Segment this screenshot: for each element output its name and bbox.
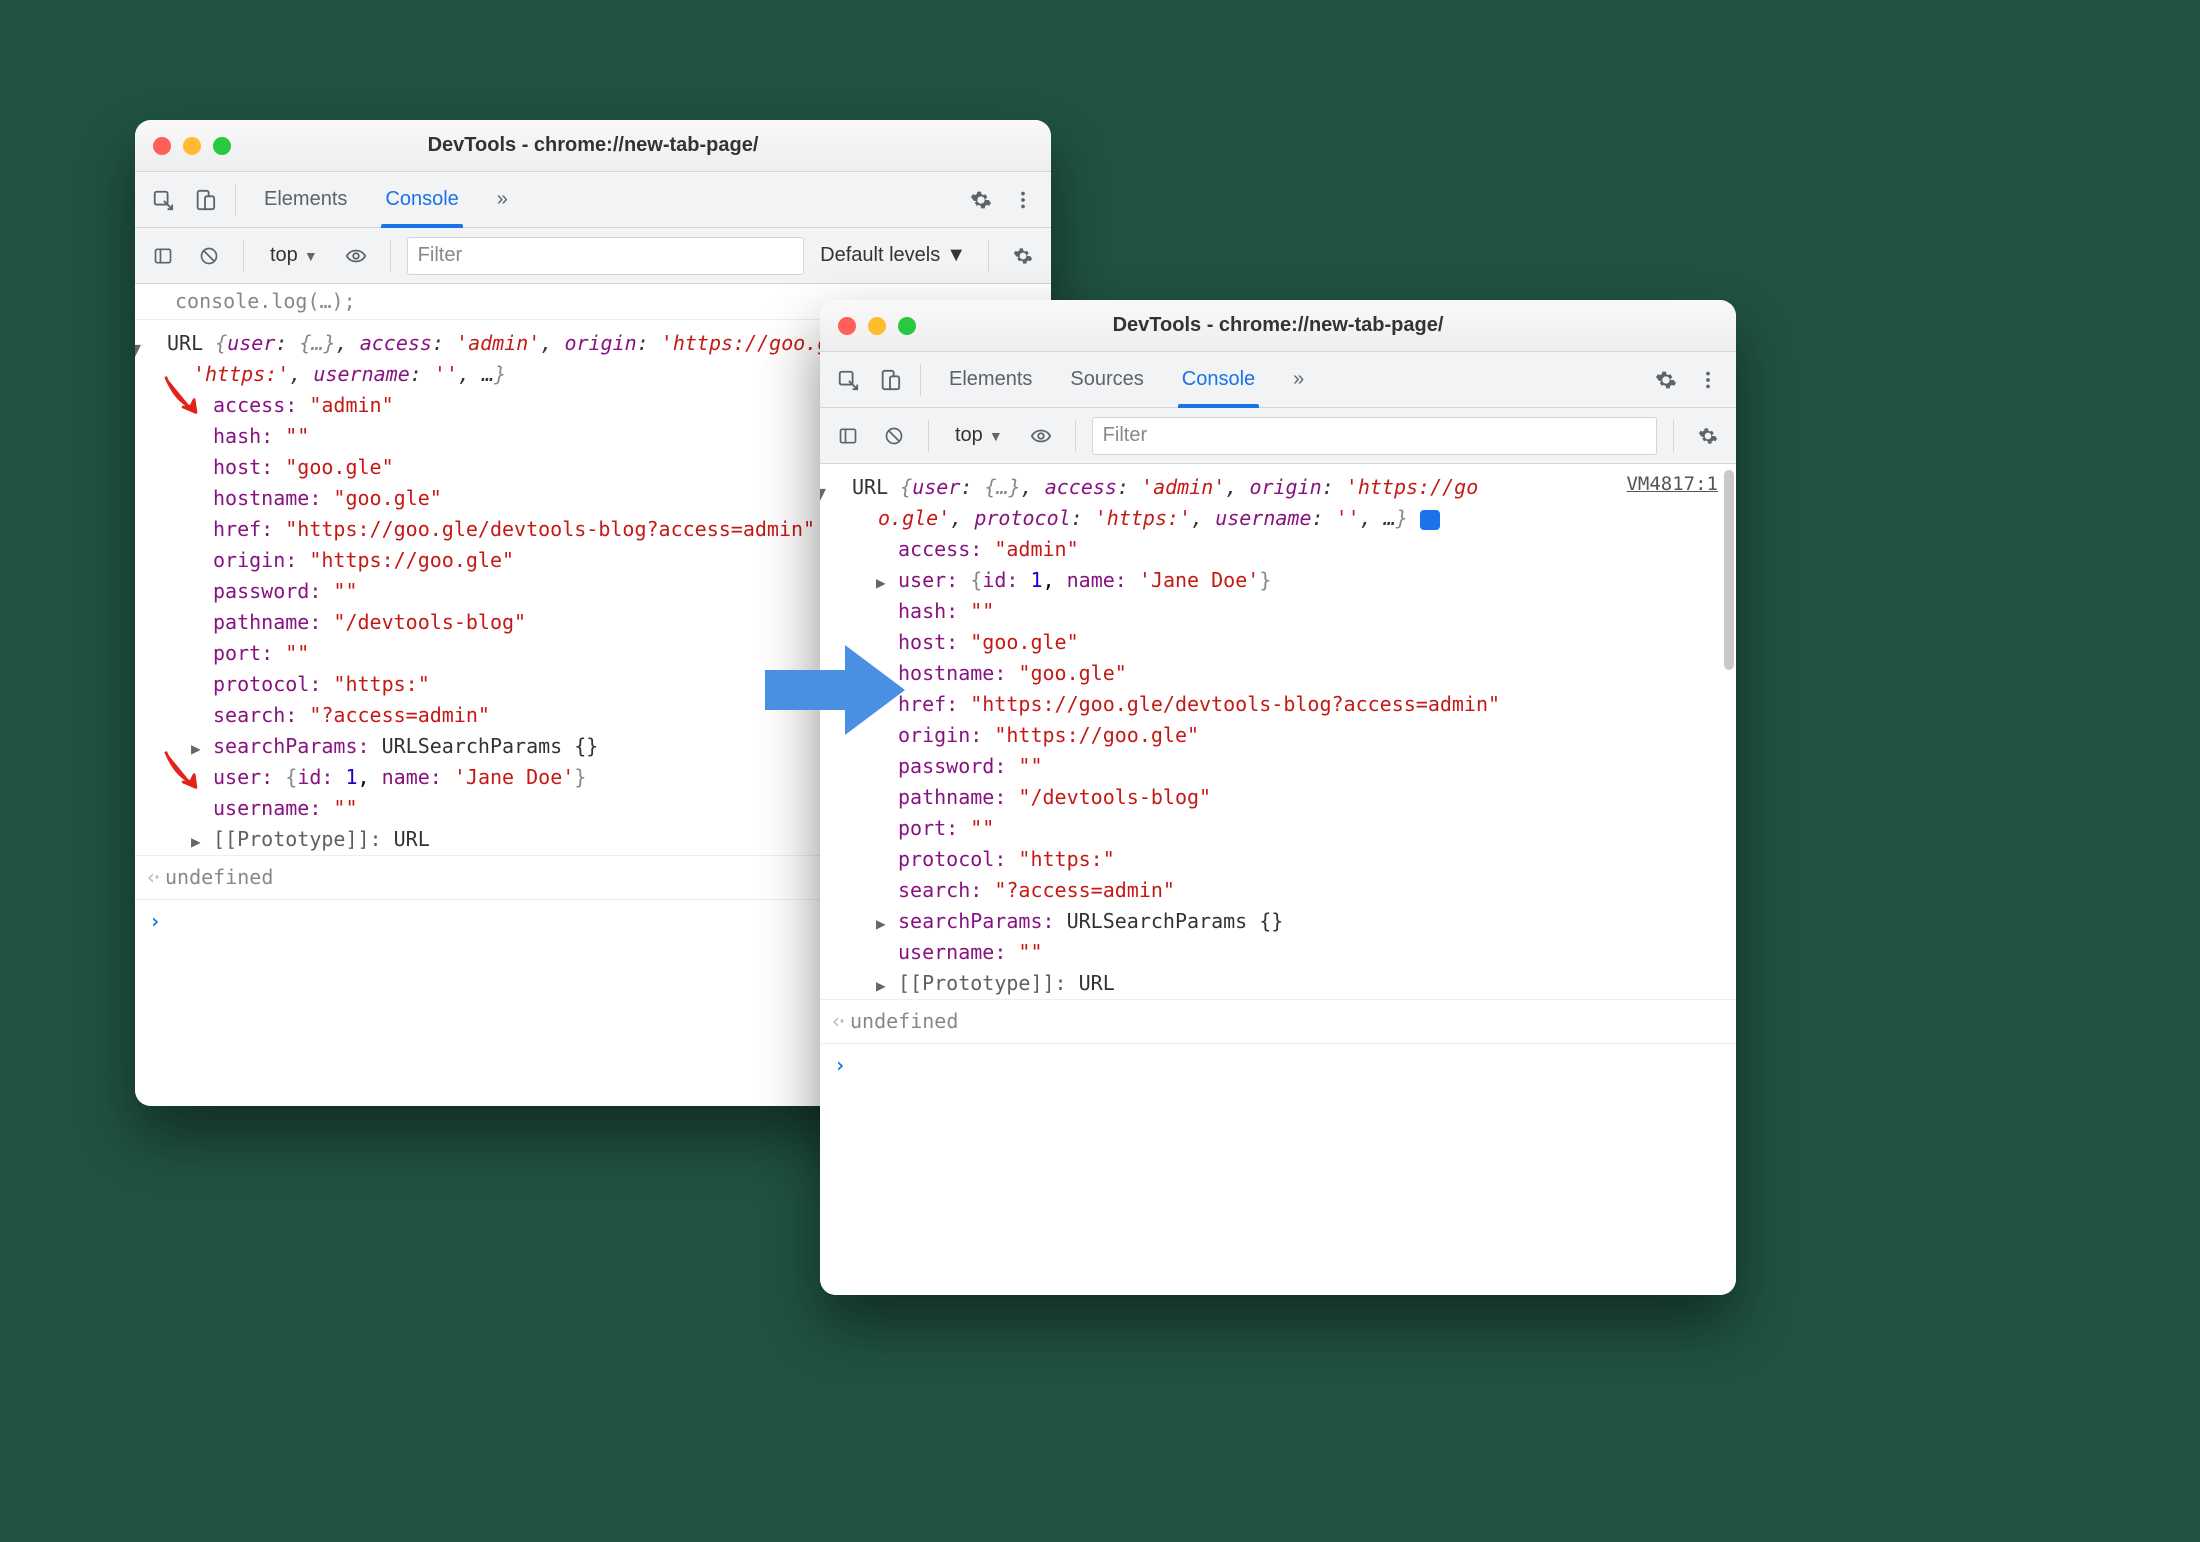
prop-protocol[interactable]: protocol: "https:" [898,844,1736,875]
devtools-window-after: DevTools - chrome://new-tab-page/ Elemen… [820,300,1736,1295]
console-toolbar: top ▼ Filter [820,408,1736,464]
context-selector[interactable]: top ▼ [945,424,1013,447]
close-icon[interactable] [838,317,856,335]
filter-placeholder: Filter [1103,424,1147,447]
divider [920,364,921,396]
disclosure-triangle-icon[interactable]: ▶ [876,571,886,596]
close-icon[interactable] [153,137,171,155]
context-label: top [955,424,983,447]
divider [235,184,236,216]
zoom-icon[interactable] [898,317,916,335]
zoom-icon[interactable] [213,137,231,155]
traffic-lights [153,137,231,155]
window-title: DevTools - chrome://new-tab-page/ [135,134,1051,157]
context-selector[interactable]: top ▼ [260,244,328,267]
divider [928,420,929,452]
filter-input[interactable]: Filter [1092,417,1657,455]
settings-gear-icon[interactable] [1648,362,1684,398]
tabs-overflow[interactable]: » [1277,352,1320,408]
divider [988,240,989,272]
inspect-icon[interactable] [145,182,181,218]
tabs-overflow[interactable]: » [481,172,524,228]
console-settings-gear-icon[interactable] [1690,418,1726,454]
device-toggle-icon[interactable] [187,182,223,218]
devtools-tabbar: Elements Sources Console » [820,352,1736,408]
live-expression-icon[interactable] [1023,418,1059,454]
window-title: DevTools - chrome://new-tab-page/ [820,314,1736,337]
context-label: top [270,244,298,267]
device-toggle-icon[interactable] [872,362,908,398]
filter-input[interactable]: Filter [407,237,804,275]
tab-console[interactable]: Console [369,172,474,228]
chevron-down-icon: ▼ [946,244,966,267]
prop-hash[interactable]: hash: "" [898,596,1736,627]
tab-elements[interactable]: Elements [248,172,363,228]
filter-placeholder: Filter [418,244,462,267]
chevron-down-icon: ▼ [989,428,1003,444]
disclosure-triangle-icon[interactable]: ▶ [191,737,201,762]
traffic-lights [838,317,916,335]
tab-elements[interactable]: Elements [933,352,1048,408]
prop-origin[interactable]: origin: "https://goo.gle" [898,720,1736,751]
clear-console-icon[interactable] [876,418,912,454]
chevron-down-icon: ▼ [304,248,318,264]
prop-host[interactable]: host: "goo.gle" [898,627,1736,658]
inspect-icon[interactable] [830,362,866,398]
log-levels-selector[interactable]: Default levels ▼ [814,244,972,267]
disclosure-triangle-icon[interactable]: ▶ [876,912,886,937]
devtools-tabbar: Elements Console » [135,172,1051,228]
prop-href[interactable]: href: "https://goo.gle/devtools-blog?acc… [898,689,1736,720]
clear-console-icon[interactable] [191,238,227,274]
transition-arrow-icon [765,630,905,750]
console-settings-gear-icon[interactable] [1005,238,1041,274]
live-expression-icon[interactable] [338,238,374,274]
console-output[interactable]: VM4817:1 ▼ URL {user: {…}, access: 'admi… [820,464,1736,1295]
titlebar[interactable]: DevTools - chrome://new-tab-page/ [820,300,1736,352]
minimize-icon[interactable] [183,137,201,155]
tab-console[interactable]: Console [1166,352,1271,408]
return-undefined: undefined [820,999,1736,1043]
divider [243,240,244,272]
prop-access[interactable]: access: "admin" [898,534,1736,565]
sidebar-toggle-icon[interactable] [145,238,181,274]
tab-sources[interactable]: Sources [1054,352,1159,408]
divider [1075,420,1076,452]
console-toolbar: top ▼ Filter Default levels ▼ [135,228,1051,284]
minimize-icon[interactable] [868,317,886,335]
prop-password[interactable]: password: "" [898,751,1736,782]
kebab-menu-icon[interactable] [1690,362,1726,398]
prop-username[interactable]: username: "" [898,937,1736,968]
prop-searchparams[interactable]: ▶searchParams: URLSearchParams {} [898,906,1736,937]
disclosure-triangle-icon[interactable]: ▶ [876,974,886,999]
info-badge-icon[interactable]: i [1420,510,1440,530]
console-prompt[interactable]: › [820,1043,1736,1087]
prop-hostname[interactable]: hostname: "goo.gle" [898,658,1736,689]
settings-gear-icon[interactable] [963,182,999,218]
divider [1673,420,1674,452]
prop-prototype[interactable]: ▶[[Prototype]]: URL [898,968,1736,999]
object-summary[interactable]: ▼ URL {user: {…}, access: 'admin', origi… [820,472,1736,534]
sidebar-toggle-icon[interactable] [830,418,866,454]
object-properties: access: "admin" ▶user: {id: 1, name: 'Ja… [820,534,1736,999]
kebab-menu-icon[interactable] [1005,182,1041,218]
titlebar[interactable]: DevTools - chrome://new-tab-page/ [135,120,1051,172]
prop-user[interactable]: ▶user: {id: 1, name: 'Jane Doe'} [898,565,1736,596]
disclosure-triangle-icon[interactable]: ▶ [191,830,201,855]
prop-search[interactable]: search: "?access=admin" [898,875,1736,906]
divider [390,240,391,272]
levels-label: Default levels [820,244,940,267]
prop-port[interactable]: port: "" [898,813,1736,844]
prop-pathname[interactable]: pathname: "/devtools-blog" [898,782,1736,813]
